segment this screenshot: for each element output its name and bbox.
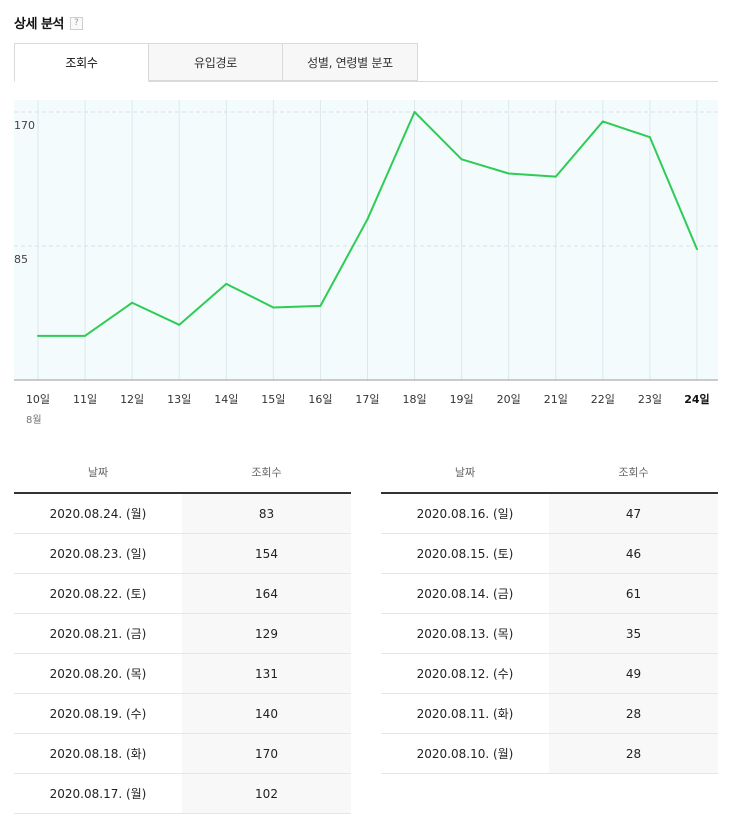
data-point <box>225 282 228 285</box>
x-tick-label: 15일 <box>261 392 285 406</box>
x-tick-label: 16일 <box>308 392 332 406</box>
date-cell: 2020.08.18. (화) <box>14 733 182 774</box>
x-tick-label: 11일 <box>73 392 97 406</box>
views-table-right: 날짜 조회수 2020.08.16. (일) 47 2020.08.15. (토) 4… <box>381 452 718 774</box>
table-row: 2020.08.13. (목) 35 <box>381 613 718 654</box>
date-cell: 2020.08.14. (금) <box>381 573 549 614</box>
date-cell: 2020.08.23. (일) <box>14 533 182 574</box>
x-tick-label: 12일 <box>120 392 144 406</box>
header-date: 날짜 <box>381 452 549 494</box>
data-point <box>460 158 463 161</box>
views-cell: 164 <box>182 573 351 614</box>
date-cell: 2020.08.16. (일) <box>381 493 549 534</box>
views-cell: 28 <box>549 733 718 774</box>
views-cell: 61 <box>549 573 718 614</box>
table-row: 2020.08.22. (토) 164 <box>14 573 351 614</box>
date-cell: 2020.08.10. (월) <box>381 733 549 774</box>
views-cell: 170 <box>182 733 351 774</box>
data-point <box>37 334 39 337</box>
x-tick-label: 13일 <box>167 392 191 406</box>
x-tick-label: 23일 <box>638 392 662 406</box>
views-cell: 35 <box>549 613 718 654</box>
views-cell: 49 <box>549 653 718 694</box>
x-month-label: 8월 <box>26 414 42 426</box>
date-cell: 2020.08.13. (목) <box>381 613 549 654</box>
views-cell: 140 <box>182 693 351 734</box>
x-tick-label: 22일 <box>591 392 615 406</box>
x-tick-label: 10일 <box>26 392 50 406</box>
table-row: 2020.08.19. (수) 140 <box>14 693 351 734</box>
date-cell: 2020.08.12. (수) <box>381 653 549 694</box>
date-cell: 2020.08.21. (금) <box>14 613 182 654</box>
views-table-left: 날짜 조회수 2020.08.24. (월) 83 2020.08.23. (일) 1… <box>14 452 351 814</box>
plot-area <box>14 100 718 380</box>
date-cell: 2020.08.20. (목) <box>14 653 182 694</box>
data-point <box>695 248 698 251</box>
data-point <box>319 304 322 307</box>
data-point <box>554 175 557 178</box>
x-tick-label: 24일 <box>684 392 709 406</box>
date-cell: 2020.08.15. (토) <box>381 533 549 574</box>
views-cell: 129 <box>182 613 351 654</box>
data-point <box>272 306 275 309</box>
table-row: 2020.08.14. (금) 61 <box>381 573 718 614</box>
data-point <box>648 136 651 139</box>
table-row: 2020.08.10. (월) 28 <box>381 733 718 774</box>
table-row: 2020.08.24. (월) 83 <box>14 493 351 534</box>
x-tick-label: 21일 <box>544 392 568 406</box>
data-point <box>366 218 369 221</box>
table-row: 2020.08.20. (목) 131 <box>14 653 351 694</box>
table-row: 2020.08.16. (일) 47 <box>381 493 718 534</box>
x-tick-label: 14일 <box>214 392 238 406</box>
x-tick-label: 20일 <box>497 392 521 406</box>
views-cell: 28 <box>549 693 718 734</box>
table-row: 2020.08.15. (토) 46 <box>381 533 718 574</box>
table-row: 2020.08.11. (화) 28 <box>381 693 718 734</box>
y-tick-label: 85 <box>14 253 28 266</box>
header-date: 날짜 <box>14 452 182 494</box>
x-tick-label: 18일 <box>402 392 426 406</box>
y-tick-label: 170 <box>14 119 35 132</box>
views-cell: 47 <box>549 493 718 534</box>
x-tick-label: 17일 <box>355 392 379 406</box>
views-cell: 131 <box>182 653 351 694</box>
x-tick-labels: 10일 11일 12일 13일 14일 15일 16일 17일 18일 19일 20일 21일 22일 2… <box>26 392 710 406</box>
x-tick-label: 19일 <box>450 392 474 406</box>
data-point <box>601 120 604 123</box>
table-row: 2020.08.12. (수) 49 <box>381 653 718 694</box>
header-views: 조회수 <box>182 452 351 494</box>
views-cell: 83 <box>182 493 351 534</box>
table-row: 2020.08.23. (일) 154 <box>14 533 351 574</box>
data-point <box>178 323 181 326</box>
date-cell: 2020.08.24. (월) <box>14 493 182 534</box>
views-line-chart: 85 170 10일 11일 12일 13일 14일 15일 16일 17일 18일 19일 20일 2… <box>14 100 718 426</box>
table-row: 2020.08.21. (금) 129 <box>14 613 351 654</box>
date-cell: 2020.08.19. (수) <box>14 693 182 734</box>
views-cell: 46 <box>549 533 718 574</box>
date-cell: 2020.08.11. (화) <box>381 693 549 734</box>
table-row: 2020.08.18. (화) 170 <box>14 733 351 774</box>
data-point <box>413 111 416 113</box>
data-point <box>131 301 134 304</box>
header-views: 조회수 <box>549 452 718 494</box>
data-point <box>84 334 87 337</box>
data-point <box>507 172 510 175</box>
views-cell: 154 <box>182 533 351 574</box>
date-cell: 2020.08.22. (토) <box>14 573 182 614</box>
